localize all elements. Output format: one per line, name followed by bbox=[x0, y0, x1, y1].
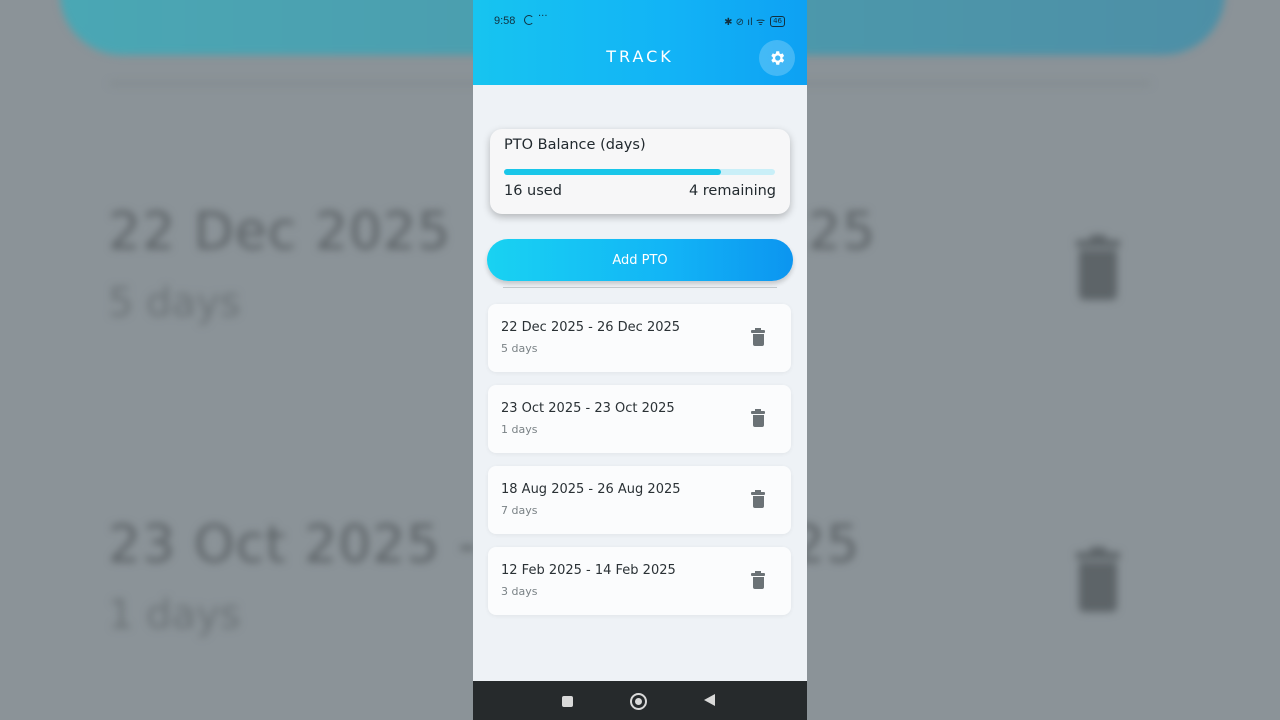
list-divider bbox=[503, 287, 777, 288]
delete-trash-icon[interactable] bbox=[751, 409, 765, 427]
system-navigation-bar bbox=[473, 681, 807, 720]
background-entry-date-fragment: 25 bbox=[808, 202, 877, 262]
pto-entry[interactable]: 22 Dec 2025 - 26 Dec 2025 5 days bbox=[488, 304, 791, 372]
used-days: 16 used bbox=[504, 183, 562, 199]
page-title: TRACK bbox=[606, 47, 674, 66]
pto-entry[interactable]: 12 Feb 2025 - 14 Feb 2025 3 days bbox=[488, 547, 791, 615]
pto-date-range: 23 Oct 2025 - 23 Oct 2025 bbox=[501, 401, 675, 416]
background-trash-icon bbox=[1076, 235, 1120, 300]
status-icons: ✱ ⊘ ıl ᯤ 46 bbox=[724, 14, 785, 28]
pto-entry[interactable]: 18 Aug 2025 - 26 Aug 2025 7 days bbox=[488, 466, 791, 534]
app-bar: 9:58 ··· ✱ ⊘ ıl ᯤ 46 TRACK bbox=[473, 0, 807, 85]
background-entry-days: 5 days bbox=[108, 280, 241, 326]
pto-entry[interactable]: 23 Oct 2025 - 23 Oct 2025 1 days bbox=[488, 385, 791, 453]
status-indicator-icons: ✱ ⊘ ıl ᯤ bbox=[724, 17, 766, 28]
remaining-days: 4 remaining bbox=[688, 183, 776, 199]
add-pto-button[interactable]: Add PTO bbox=[487, 239, 793, 281]
back-triangle-icon[interactable] bbox=[704, 694, 715, 706]
delete-trash-icon[interactable] bbox=[751, 571, 765, 589]
delete-trash-icon[interactable] bbox=[751, 328, 765, 346]
battery-icon: 46 bbox=[770, 15, 785, 27]
pto-balance-card: PTO Balance (days) 16 used 4 remaining bbox=[490, 129, 790, 214]
sync-icon bbox=[524, 15, 534, 25]
pto-date-range: 12 Feb 2025 - 14 Feb 2025 bbox=[501, 563, 676, 578]
pto-day-count: 1 days bbox=[501, 423, 538, 436]
gear-icon bbox=[771, 51, 785, 65]
pto-day-count: 5 days bbox=[501, 342, 538, 355]
phone-screen: 9:58 ··· ✱ ⊘ ıl ᯤ 46 TRACK PTO Balance (… bbox=[473, 0, 807, 720]
balance-progress-bar bbox=[504, 169, 775, 175]
background-trash-icon bbox=[1076, 547, 1120, 612]
background-entry-date: 22 Dec 2025 bbox=[108, 202, 452, 262]
background-entry-days: 1 days bbox=[108, 592, 241, 638]
background-entry-date: 23 Oct 2025 - bbox=[108, 515, 478, 575]
recents-square-icon[interactable] bbox=[562, 696, 573, 707]
home-circle-icon[interactable] bbox=[630, 693, 647, 710]
settings-button[interactable] bbox=[759, 40, 795, 76]
balance-progress-fill bbox=[504, 169, 721, 175]
status-time: 9:58 bbox=[494, 15, 516, 27]
delete-trash-icon[interactable] bbox=[751, 490, 765, 508]
pto-date-range: 22 Dec 2025 - 26 Dec 2025 bbox=[501, 320, 681, 335]
pto-day-count: 7 days bbox=[501, 504, 538, 517]
status-bar: 9:58 ··· ✱ ⊘ ıl ᯤ 46 bbox=[473, 0, 807, 40]
more-notifications-icon: ··· bbox=[538, 11, 548, 22]
balance-label: PTO Balance (days) bbox=[504, 137, 646, 153]
pto-date-range: 18 Aug 2025 - 26 Aug 2025 bbox=[501, 482, 681, 497]
pto-day-count: 3 days bbox=[501, 585, 538, 598]
